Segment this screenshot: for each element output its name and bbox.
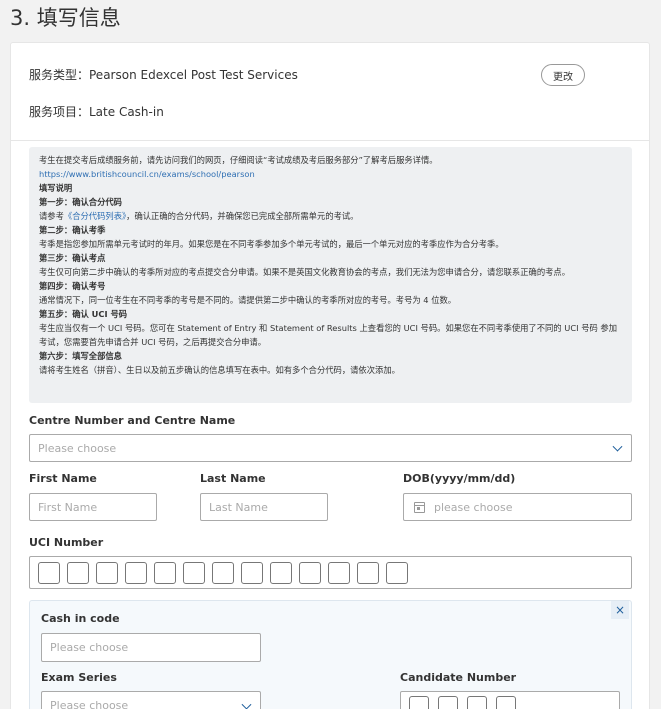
step3-title: 第三步：确认考点 <box>39 253 106 263</box>
uci-digit-input[interactable] <box>183 562 205 584</box>
candidate-digit-input[interactable] <box>409 696 429 709</box>
uci-digit-input[interactable] <box>125 562 147 584</box>
cash-in-placeholder: Please choose <box>50 641 129 654</box>
step2-title: 第二步：确认考季 <box>39 225 106 235</box>
close-icon[interactable]: × <box>611 601 629 619</box>
uci-digit-input[interactable] <box>96 562 118 584</box>
chevron-down-icon <box>241 699 252 709</box>
change-service-button[interactable]: 更改 <box>541 64 585 86</box>
uci-digit-input[interactable] <box>212 562 234 584</box>
step6-title: 第六步：填写全部信息 <box>39 351 122 361</box>
step6-body: 请将考生姓名（拼音）、生日以及前五步确认的信息填写在表中。如有多个合分代码，请依… <box>39 365 400 375</box>
step3-body: 考生仅可向第二步中确认的考季所对应的考点提交合分申请。如果不是英国文化教育协会的… <box>39 267 571 277</box>
step4-title: 第四步：确认考号 <box>39 281 106 291</box>
first-name-label: First Name <box>29 472 97 485</box>
step5-body: 考生应当仅有一个 UCI 号码。您可在 Statement of Entry 和… <box>39 323 618 347</box>
uci-digit-input[interactable] <box>357 562 379 584</box>
dob-label: DOB(yyyy/mm/dd) <box>403 472 516 485</box>
centre-placeholder: Please choose <box>38 441 117 455</box>
service-type: 服务类型：Pearson Edexcel Post Test Services <box>29 68 298 82</box>
exam-series-label: Exam Series <box>41 671 117 684</box>
page-title: 3. 填写信息 <box>10 6 121 30</box>
uci-digit-input[interactable] <box>299 562 321 584</box>
exam-series-placeholder: Please choose <box>50 699 129 709</box>
calendar-icon <box>414 502 425 513</box>
notice-intro: 考生在提交考后成绩服务前，请先访问我们的网页，仔细阅读“考试成绩及考后服务部分”… <box>39 155 438 165</box>
uci-digit-input[interactable] <box>328 562 350 584</box>
dob-datepicker[interactable]: please choose <box>403 493 632 521</box>
uci-digit-input[interactable] <box>270 562 292 584</box>
step4-body: 通常情况下，同一位考生在不同考季的考号是不同的。请提供第二步中确认的考季所对应的… <box>39 295 457 305</box>
step2-body: 考季是指您参加所需单元考试时的年月。如果您是在不同考季参加多个单元考试的，最后一… <box>39 239 504 249</box>
notice-heading: 填写说明 <box>39 183 73 193</box>
step1-pre: 请参考 <box>39 211 64 221</box>
uci-digit-input[interactable] <box>67 562 89 584</box>
uci-digit-input[interactable] <box>154 562 176 584</box>
candidate-digit-input[interactable] <box>467 696 487 709</box>
dob-placeholder: please choose <box>434 500 513 514</box>
chevron-down-icon <box>612 441 623 452</box>
step5-title: 第五步：确认 UCI 号码 <box>39 309 128 319</box>
candidate-digit-input[interactable] <box>496 696 516 709</box>
divider <box>11 140 649 141</box>
cash-in-label: Cash in code <box>41 612 120 625</box>
centre-code-list-link[interactable]: 《合分代码列表》 <box>64 211 126 221</box>
last-name-placeholder: Last Name <box>209 500 268 514</box>
service-item: 服务项目：Late Cash-in <box>29 105 164 119</box>
uci-digit-input[interactable] <box>386 562 408 584</box>
candidate-digit-input[interactable] <box>438 696 458 709</box>
step1-body: 请参考《合分代码列表》，确认正确的合分代码，并确保您已完成全部所需单元的考试。 <box>39 209 622 223</box>
last-name-input[interactable]: Last Name <box>200 493 328 521</box>
uci-number-field <box>29 556 632 589</box>
centre-select[interactable]: Please choose <box>29 434 632 462</box>
instructions-notice: 考生在提交考后成绩服务前，请先访问我们的网页，仔细阅读“考试成绩及考后服务部分”… <box>29 147 632 403</box>
centre-label: Centre Number and Centre Name <box>29 414 236 427</box>
uci-digit-input[interactable] <box>241 562 263 584</box>
form-card: 服务类型：Pearson Edexcel Post Test Services … <box>10 42 650 709</box>
step1-post: ，确认正确的合分代码，并确保您已完成全部所需单元的考试。 <box>126 211 359 221</box>
uci-label: UCI Number <box>29 536 104 549</box>
first-name-placeholder: First Name <box>38 500 98 514</box>
uci-digit-input[interactable] <box>38 562 60 584</box>
cash-in-input[interactable]: Please choose <box>41 633 261 662</box>
last-name-label: Last Name <box>200 472 266 485</box>
candidate-number-field <box>400 691 620 709</box>
first-name-input[interactable]: First Name <box>29 493 157 521</box>
step1-title: 第一步：确认合分代码 <box>39 197 122 207</box>
candidate-number-label: Candidate Number <box>400 671 517 684</box>
exam-series-select[interactable]: Please choose <box>41 691 261 709</box>
notice-url-link[interactable]: https://www.britishcouncil.cn/exams/scho… <box>39 167 622 181</box>
